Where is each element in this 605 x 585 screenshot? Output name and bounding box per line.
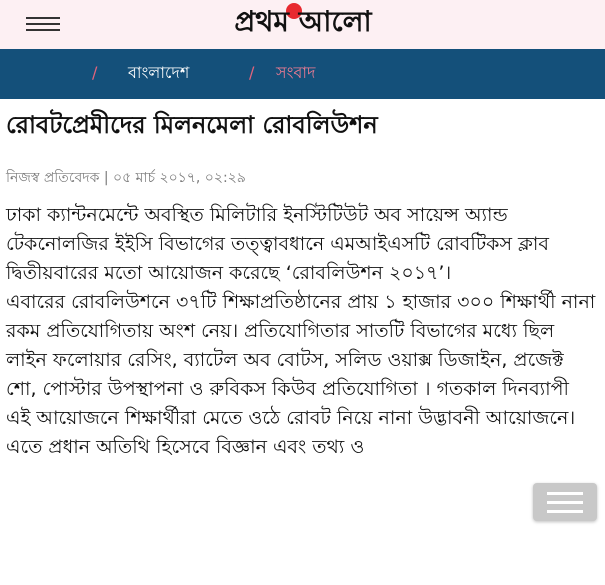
logo-text: প্রথম আলো bbox=[234, 5, 372, 38]
hamburger-menu-icon[interactable] bbox=[26, 14, 62, 34]
breadcrumb-item-news[interactable]: সংবাদ bbox=[276, 61, 315, 85]
breadcrumb-separator: / bbox=[249, 63, 255, 82]
article-page: প্রথম আলো / বাংলাদেশ / সংবাদ রোবটপ্রেমীদ… bbox=[0, 0, 605, 585]
floating-menu-button[interactable] bbox=[533, 483, 597, 521]
breadcrumb-separator: / bbox=[92, 63, 98, 82]
article-body: ঢাকা ক্যান্টনমেন্টে অবস্থিত মিলিটারি ইনস… bbox=[6, 201, 598, 462]
site-header: প্রথম আলো bbox=[0, 0, 605, 49]
article-paragraph: ঢাকা ক্যান্টনমেন্টে অবস্থিত মিলিটারি ইনস… bbox=[6, 204, 550, 284]
site-logo[interactable]: প্রথম আলো bbox=[168, 0, 438, 46]
breadcrumb-item-bangladesh[interactable]: বাংলাদেশ bbox=[128, 61, 189, 85]
floating-menu-icon bbox=[547, 492, 583, 495]
breadcrumb: / বাংলাদেশ / সংবাদ bbox=[0, 49, 605, 99]
article-paragraph: এবারের রোবলিউশনে ৩৭টি শিক্ষাপ্রতিষ্ঠানের… bbox=[6, 291, 596, 458]
article-byline: নিজস্ব প্রতিবেদক | ০৫ মার্চ ২০১৭, ০২:২৯ bbox=[6, 170, 246, 186]
article-title: রোবটপ্রেমীদের মিলনমেলা রোবলিউশন bbox=[6, 111, 378, 139]
